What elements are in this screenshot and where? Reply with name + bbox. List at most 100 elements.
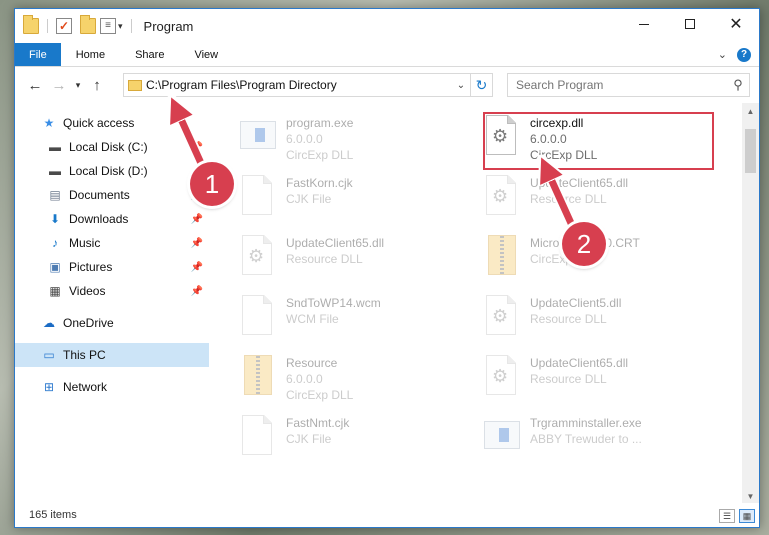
refresh-button[interactable]: ↻ bbox=[470, 74, 492, 96]
recent-locations-icon[interactable]: ▾ bbox=[71, 80, 85, 91]
dll-gear-icon: ⚙ bbox=[482, 353, 522, 401]
close-icon: ✕ bbox=[729, 16, 743, 33]
nav-label: Downloads bbox=[69, 212, 129, 226]
checklist-icon[interactable]: ✓ bbox=[56, 18, 72, 34]
app-icon bbox=[482, 413, 522, 461]
nav-label: This PC bbox=[63, 348, 106, 362]
nav-label: Local Disk (D:) bbox=[69, 164, 148, 178]
file-text: program.exe 6.0.0.0 CircExp DLL bbox=[286, 113, 353, 169]
file-text: FastKorn.cjk CJK File bbox=[286, 173, 353, 229]
pin-icon[interactable]: 📌 bbox=[191, 238, 203, 249]
maximize-button[interactable] bbox=[667, 9, 713, 39]
scrollbar-thumb[interactable] bbox=[745, 129, 756, 173]
file-item[interactable]: Resource 6.0.0.0 CircExp DLL bbox=[238, 353, 468, 409]
file-version: 6.0.0.0 bbox=[286, 132, 323, 146]
file-text: UpdateClient65.dll Resource DLL bbox=[530, 353, 628, 409]
back-button[interactable]: ← bbox=[23, 77, 47, 94]
computer-icon: ▭ bbox=[43, 348, 55, 362]
callout-2: 2 bbox=[562, 222, 606, 266]
up-button[interactable]: ↑ bbox=[85, 77, 109, 94]
search-icon[interactable]: ⚲ bbox=[727, 77, 749, 93]
drive-icon: ▬ bbox=[49, 140, 61, 154]
pin-icon[interactable]: 📌 bbox=[191, 142, 203, 153]
zip-folder-icon bbox=[482, 233, 522, 281]
help-icon[interactable]: ? bbox=[737, 47, 751, 62]
network-icon: ⊞ bbox=[43, 380, 55, 394]
document-icon bbox=[238, 173, 278, 221]
minimize-button[interactable] bbox=[621, 9, 667, 39]
nav-label: Quick access bbox=[63, 116, 135, 130]
vertical-scrollbar[interactable]: ▲ ▼ bbox=[742, 103, 759, 505]
expand-ribbon-icon[interactable]: ⌄ bbox=[718, 48, 727, 61]
file-item[interactable]: ⚙ UpdateClient65.dll Resource DLL bbox=[238, 233, 468, 289]
folder-icon bbox=[128, 79, 142, 91]
tiles-view-icon[interactable]: ▦ bbox=[739, 509, 755, 523]
search-input[interactable] bbox=[508, 78, 727, 92]
document-icon bbox=[238, 293, 278, 341]
file-version: 6.0.0.0 bbox=[286, 372, 323, 386]
pin-icon[interactable]: 📌 bbox=[191, 286, 203, 297]
nav-local-disk-c[interactable]: ▬ Local Disk (C:) 📌 bbox=[15, 135, 209, 159]
explorer-window: ✓ ≡ ▾ Program ✕ File Home Share View ⌄ ?… bbox=[14, 8, 760, 528]
pin-icon[interactable]: 📌 bbox=[191, 262, 203, 273]
toolbar-divider bbox=[130, 19, 132, 33]
qat-dropdown-icon[interactable]: ▾ bbox=[118, 21, 123, 32]
file-type: Resource DLL bbox=[530, 192, 607, 206]
file-description: CircExp DLL bbox=[286, 148, 354, 162]
nav-this-pc[interactable]: ▭ This PC bbox=[15, 343, 209, 367]
file-name: UpdateClient5.dll bbox=[530, 296, 622, 310]
file-item[interactable]: ⚙ UpdateClient65.dll Resource DLL bbox=[482, 353, 712, 409]
file-item[interactable]: FastKorn.cjk CJK File bbox=[238, 173, 468, 229]
file-item[interactable]: SndToWP14.wcm WCM File bbox=[238, 293, 468, 349]
dll-gear-icon: ⚙ bbox=[482, 293, 522, 341]
file-name: SndToWP14.wcm bbox=[286, 296, 381, 310]
file-name: UpdateClient65.dll bbox=[530, 356, 629, 370]
file-type: ABBY Trewuder to ... bbox=[530, 432, 642, 446]
address-dropdown-icon[interactable]: ⌄ bbox=[452, 80, 470, 91]
nav-videos[interactable]: ▦ Videos 📌 bbox=[15, 279, 209, 303]
properties-icon[interactable]: ≡ bbox=[100, 18, 116, 34]
tab-share[interactable]: Share bbox=[120, 43, 179, 66]
file-item[interactable]: program.exe 6.0.0.0 CircExp DLL bbox=[238, 113, 468, 169]
search-box[interactable]: ⚲ bbox=[507, 73, 750, 97]
nav-documents[interactable]: ▤ Documents 📌 bbox=[15, 183, 209, 207]
forward-button[interactable]: → bbox=[47, 77, 71, 94]
videos-icon: ▦ bbox=[49, 284, 61, 298]
nav-pictures[interactable]: ▣ Pictures 📌 bbox=[15, 255, 209, 279]
tab-home[interactable]: Home bbox=[61, 43, 120, 66]
status-bar: 165 items ☰ ▦ bbox=[15, 503, 759, 527]
nav-downloads[interactable]: ⬇ Downloads 📌 bbox=[15, 207, 209, 231]
nav-label: Videos bbox=[69, 284, 106, 298]
nav-music[interactable]: ♪ Music 📌 bbox=[15, 231, 209, 255]
file-type: CJK File bbox=[286, 192, 332, 206]
address-path[interactable]: C:\Program Files\Program Directory bbox=[146, 78, 452, 92]
close-button[interactable]: ✕ bbox=[713, 9, 759, 39]
new-folder-icon[interactable] bbox=[80, 15, 96, 34]
tab-file[interactable]: File bbox=[15, 43, 61, 66]
minimize-icon bbox=[639, 23, 649, 25]
file-name: UpdateClient65.dll bbox=[286, 236, 385, 250]
nav-local-disk-d[interactable]: ▬ Local Disk (D:) bbox=[15, 159, 209, 183]
file-text: Resource 6.0.0.0 CircExp DLL bbox=[286, 353, 353, 409]
file-name: FastKorn.cjk bbox=[286, 176, 353, 190]
file-item[interactable]: FastNmt.cjk CJK File bbox=[238, 413, 468, 469]
file-text: UpdateClient65.dll Resource DLL bbox=[530, 173, 628, 229]
nav-network[interactable]: ⊞ Network bbox=[15, 375, 209, 399]
file-item[interactable]: Trgramminstaller.exe ABBY Trewuder to ..… bbox=[482, 413, 712, 469]
details-view-icon[interactable]: ☰ bbox=[719, 509, 735, 523]
pin-icon[interactable]: 📌 bbox=[191, 214, 203, 225]
file-item[interactable]: ⚙ UpdateClient65.dll Resource DLL bbox=[482, 173, 712, 229]
main-content: ★ Quick access ▬ Local Disk (C:) 📌 ▬ Loc… bbox=[15, 103, 759, 505]
address-bar[interactable]: C:\Program Files\Program Directory ⌄ ↻ bbox=[123, 73, 493, 97]
ribbon-tabs: File Home Share View ⌄ ? bbox=[15, 43, 759, 67]
pictures-icon: ▣ bbox=[49, 260, 61, 274]
nav-quick-access[interactable]: ★ Quick access bbox=[15, 111, 209, 135]
file-text: FastNmt.cjk CJK File bbox=[286, 413, 349, 469]
nav-onedrive[interactable]: ☁ OneDrive bbox=[15, 311, 209, 335]
file-list: program.exe 6.0.0.0 CircExp DLL ⚙ circex… bbox=[210, 103, 759, 505]
file-item[interactable]: ⚙ UpdateClient5.dll Resource DLL bbox=[482, 293, 712, 349]
navigation-pane: ★ Quick access ▬ Local Disk (C:) 📌 ▬ Loc… bbox=[15, 103, 210, 505]
file-type: CJK File bbox=[286, 432, 332, 446]
scroll-up-icon[interactable]: ▲ bbox=[742, 103, 759, 120]
tab-view[interactable]: View bbox=[179, 43, 233, 66]
